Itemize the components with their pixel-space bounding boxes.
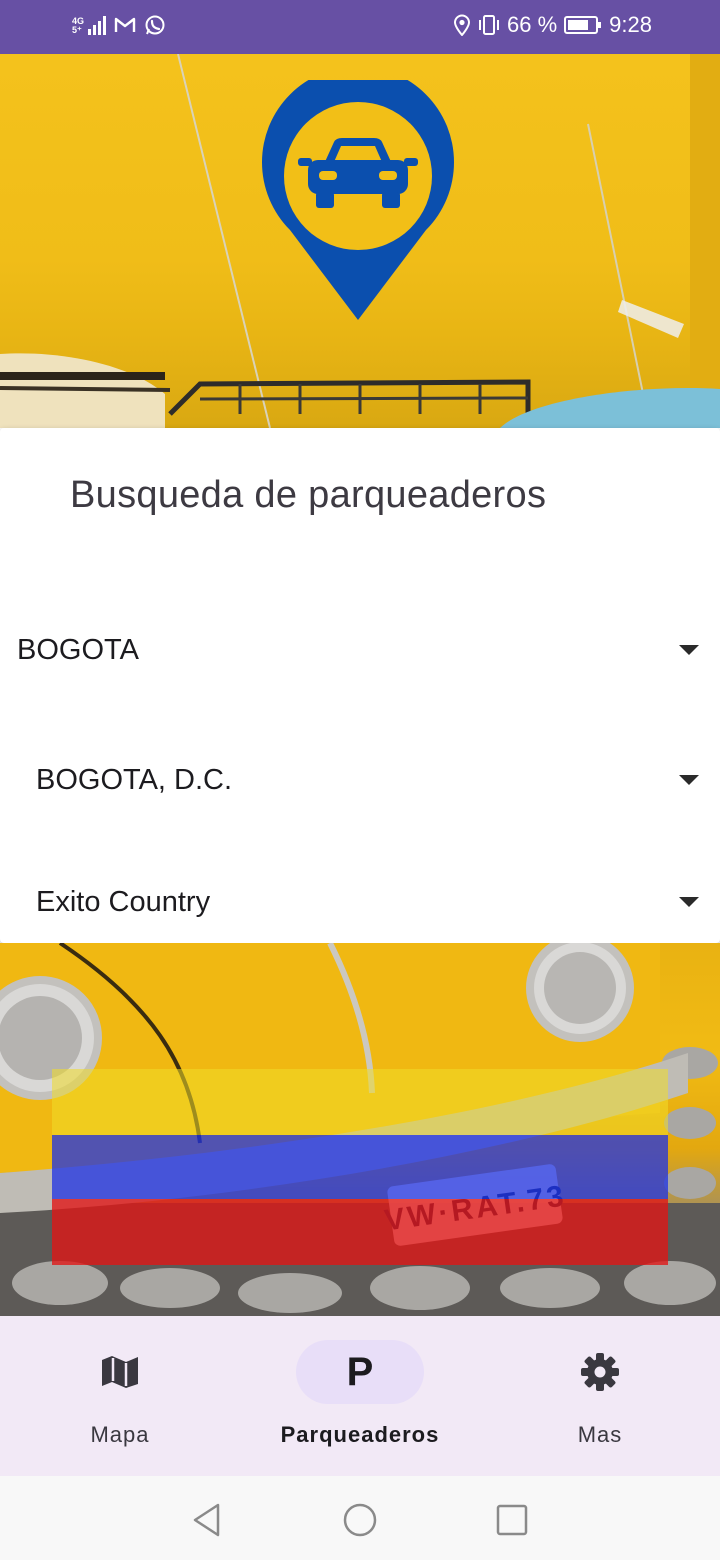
flag-red-stripe [52, 1199, 668, 1265]
back-icon[interactable] [190, 1502, 224, 1538]
home-icon[interactable] [342, 1502, 378, 1538]
nav-pill-mapa [56, 1340, 184, 1404]
page-title: Busqueda de parqueaderos [70, 474, 547, 516]
nav-pill-parqueaderos: P [296, 1340, 424, 1404]
battery-percent: 66 % [507, 12, 558, 37]
recents-icon[interactable] [495, 1503, 529, 1537]
department-dropdown[interactable]: BOGOTA [17, 620, 717, 680]
parking-value: Exito Country [36, 885, 211, 918]
map-icon [102, 1356, 138, 1388]
city-value: BOGOTA, D.C. [36, 763, 233, 796]
location-icon [454, 14, 471, 36]
nav-item-mas[interactable]: Mas [480, 1316, 720, 1476]
chevron-down-icon [679, 645, 699, 655]
parking-logo-pin-icon [262, 80, 454, 320]
gear-icon [581, 1353, 619, 1391]
bottom-navigation: Mapa P Parqueaderos Mas [0, 1316, 720, 1476]
city-dropdown[interactable]: BOGOTA, D.C. [36, 750, 717, 810]
nav-label-parqueaderos: Parqueaderos [280, 1422, 440, 1447]
flag-blue-stripe [52, 1135, 668, 1199]
status-right: 66 % 9:28 [453, 12, 652, 38]
signal-icon: 4G 5⁺ [72, 15, 107, 35]
status-left: 4G 5⁺ [72, 14, 166, 36]
nav-item-parqueaderos[interactable]: P Parqueaderos [240, 1316, 480, 1476]
flag-yellow-stripe [52, 1069, 668, 1135]
nav-label-mas: Mas [577, 1422, 623, 1447]
parking-icon: P [346, 1349, 374, 1394]
status-bar: 4G 5⁺ 66 % 9:28 [0, 0, 720, 54]
department-value: BOGOTA [17, 633, 139, 666]
chevron-down-icon [679, 775, 699, 785]
nav-pill-mas [536, 1340, 664, 1404]
clock: 9:28 [609, 12, 652, 37]
whatsapp-icon [145, 15, 165, 35]
nav-item-mapa[interactable]: Mapa [0, 1316, 240, 1476]
vibrate-icon [479, 15, 500, 35]
battery-icon [564, 16, 602, 34]
header-image [0, 54, 720, 428]
nav-label-mapa: Mapa [90, 1422, 150, 1447]
chevron-down-icon [679, 897, 699, 907]
footer-image: VW·RAT.73 [0, 943, 720, 1316]
gmail-icon [114, 17, 136, 32]
parking-dropdown[interactable]: Exito Country [36, 872, 717, 932]
system-navigation-bar [0, 1476, 720, 1560]
